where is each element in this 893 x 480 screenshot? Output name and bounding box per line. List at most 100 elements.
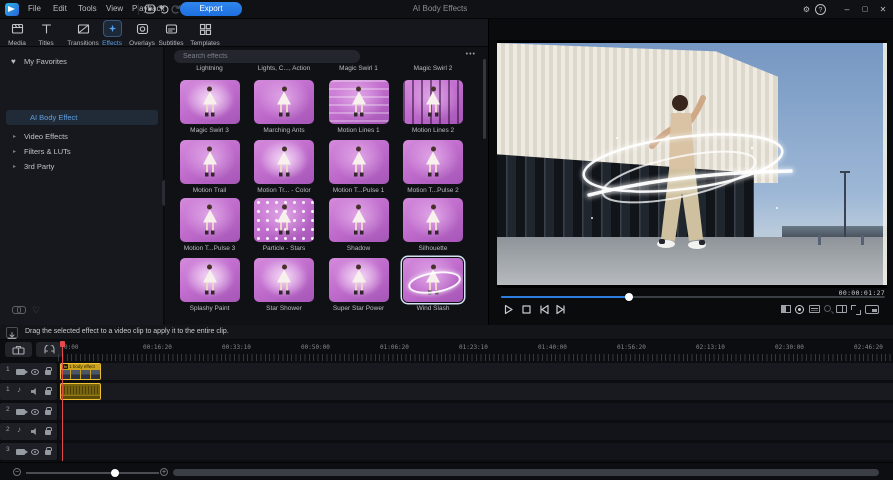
menu-view[interactable]: View — [106, 4, 123, 13]
clip-filmstrip — [61, 370, 100, 380]
effect-card[interactable]: Motion Trail — [176, 140, 243, 194]
effect-card[interactable]: Star Shower — [251, 258, 318, 312]
toolbox-button[interactable] — [5, 342, 32, 357]
display-settings-icon[interactable] — [809, 305, 820, 313]
help-icon[interactable]: ? — [815, 4, 826, 15]
music-note-icon: ♪ — [17, 385, 21, 394]
track-number: 2 — [6, 426, 10, 433]
record-icon[interactable] — [795, 305, 804, 314]
volume-icon[interactable] — [31, 428, 39, 435]
lock-icon[interactable] — [45, 370, 51, 375]
timeline-ruler[interactable] — [58, 354, 893, 361]
camera-icon — [16, 449, 25, 455]
track-lane-audio-1[interactable] — [59, 383, 893, 400]
preview-zoom-icon[interactable] — [824, 305, 831, 312]
play-icon[interactable] — [502, 303, 515, 316]
menu-file[interactable]: File — [28, 4, 41, 13]
effect-card[interactable]: Motion T...Pulse 1 — [325, 140, 392, 194]
stop-icon[interactable] — [520, 303, 533, 316]
layout-switch-icon[interactable] — [144, 3, 156, 15]
effect-label[interactable]: Magic Swirl 1 — [325, 65, 392, 72]
sidebar-item-filters-luts[interactable]: ▸ Filters & LUTs — [0, 145, 164, 159]
visibility-eye-icon[interactable] — [31, 369, 39, 375]
effect-thumbnail — [329, 258, 389, 302]
effect-card[interactable]: Splashy Paint — [176, 258, 243, 312]
effect-card[interactable]: Motion Lines 2 — [400, 80, 467, 134]
effect-label[interactable]: Lightning — [176, 65, 243, 72]
effect-card[interactable]: Silhouette — [400, 198, 467, 252]
track-lane-audio-2[interactable] — [59, 423, 893, 440]
visibility-eye-icon[interactable] — [31, 409, 39, 415]
lock-icon[interactable] — [45, 410, 51, 415]
effect-card[interactable]: Motion Lines 1 — [325, 80, 392, 134]
effect-card[interactable]: Motion Tr... - Color — [251, 140, 318, 194]
minimize-icon[interactable]: – — [840, 3, 854, 16]
visibility-eye-icon[interactable] — [31, 449, 39, 455]
effect-label: Motion Trail — [176, 187, 243, 194]
effect-card[interactable]: Particle - Stars — [251, 198, 318, 252]
previous-frame-icon[interactable] — [538, 303, 551, 316]
effect-thumbnail — [254, 258, 314, 302]
effect-label[interactable]: Lights, C..., Action — [251, 65, 318, 72]
dancer-figure — [277, 87, 291, 118]
window-title: AI Body Effects — [360, 4, 520, 13]
dancer-figure — [277, 265, 291, 296]
settings-gear-icon[interactable]: ⚙ — [801, 4, 812, 15]
effects-category-sidebar: ♥ My Favorites AI Body Effect ▸ Video Ef… — [0, 47, 164, 325]
toolbar-separator — [138, 4, 139, 15]
timeline-clip-video[interactable]: fx1 body effect — [60, 363, 101, 380]
preview-quality-icon[interactable] — [865, 305, 879, 314]
timeline-clip-audio[interactable] — [60, 383, 101, 400]
lock-icon[interactable] — [45, 390, 51, 395]
maximize-icon[interactable]: ▢ — [858, 3, 872, 16]
next-frame-icon[interactable] — [554, 303, 567, 316]
effect-card[interactable]: Motion T...Pulse 3 — [176, 198, 243, 252]
close-icon[interactable]: ✕ — [876, 3, 890, 16]
sidebar-item-my-favorites[interactable]: ♥ My Favorites — [0, 55, 164, 69]
sidebar-item-3rd-party[interactable]: ▸ 3rd Party — [0, 160, 164, 174]
effects-scrollbar[interactable] — [483, 59, 486, 139]
timeline-zoom-handle[interactable] — [111, 469, 119, 477]
menu-tools[interactable]: Tools — [78, 4, 97, 13]
split-screen-icon[interactable] — [836, 305, 847, 313]
heart-outline-icon[interactable]: ♡ — [32, 305, 40, 316]
sidebar-item-label: Filters & LUTs — [24, 145, 71, 159]
track-header-video-2: 2 — [0, 403, 57, 420]
ruler-label: 01:56:20 — [617, 344, 646, 351]
effect-card[interactable]: Magic Swirl 3 — [176, 80, 243, 134]
timeline-horizontal-scrollbar[interactable] — [173, 469, 879, 476]
track-lane-video-1[interactable] — [59, 363, 893, 380]
sidebar-item-video-effects[interactable]: ▸ Video Effects — [0, 130, 164, 144]
effect-label: Shadow — [325, 245, 392, 252]
color-compare-icon[interactable] — [781, 305, 791, 313]
ruler-label: 02:46:20 — [854, 344, 883, 351]
effect-label: Star Shower — [251, 305, 318, 312]
effect-thumbnail — [180, 140, 240, 184]
search-input[interactable] — [174, 50, 360, 63]
track-lane-video-2[interactable] — [59, 403, 893, 420]
effect-label[interactable]: Magic Swirl 2 — [400, 65, 467, 72]
lock-icon[interactable] — [45, 430, 51, 435]
fullscreen-icon[interactable] — [851, 305, 861, 315]
track-lane-video-3[interactable] — [59, 443, 893, 460]
effect-card[interactable]: Super Star Power — [325, 258, 392, 312]
export-button[interactable]: Export — [180, 2, 242, 16]
effect-card-selected[interactable]: Wind Slash — [400, 258, 467, 312]
link-icon[interactable] — [12, 306, 24, 313]
timeline-zoom-slider[interactable] — [26, 472, 159, 474]
effect-card[interactable]: Marching Ants — [251, 80, 318, 134]
seek-bar-handle[interactable] — [625, 293, 633, 301]
effect-card[interactable]: Motion T...Pulse 2 — [400, 140, 467, 194]
more-options-button[interactable]: ••• — [466, 51, 476, 58]
undo-icon[interactable] — [158, 3, 170, 15]
lock-icon[interactable] — [45, 450, 51, 455]
ruler-label: 02:30:00 — [775, 344, 804, 351]
menu-edit[interactable]: Edit — [53, 4, 67, 13]
zoom-in-icon[interactable]: + — [160, 468, 168, 476]
effect-card[interactable]: Shadow — [325, 198, 392, 252]
zoom-out-icon[interactable]: − — [13, 468, 21, 476]
sidebar-item-ai-body-effect[interactable]: AI Body Effect — [6, 110, 158, 125]
volume-icon[interactable] — [31, 388, 39, 395]
tab-templates[interactable]: Templates — [182, 21, 228, 46]
ruler-label: 02:13:10 — [696, 344, 725, 351]
